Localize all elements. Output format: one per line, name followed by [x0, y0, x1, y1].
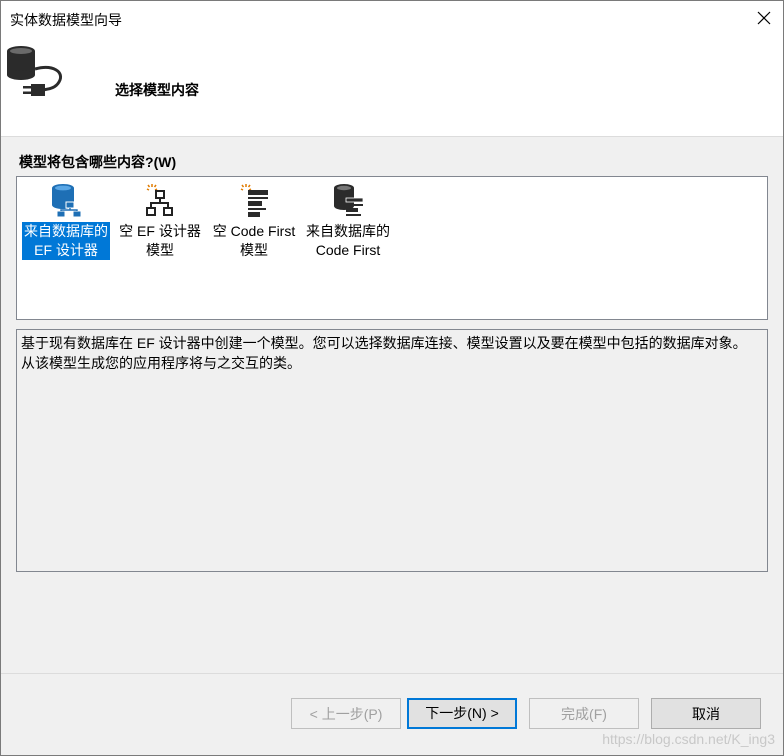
description-text: 基于现有数据库在 EF 设计器中创建一个模型。您可以选择数据库连接、模型设置以及… [21, 335, 747, 371]
model-contents-label: 模型将包含哪些内容?(W) [19, 152, 176, 172]
next-button[interactable]: 下一步(N) > [407, 698, 517, 729]
header-divider [1, 136, 783, 137]
model-options-list[interactable]: 来自数据库的 EF 设计器 空 EF 设计器 模型 空 Code First 模… [16, 176, 768, 320]
database-plug-icon [7, 46, 62, 96]
empty-diagram-icon [146, 184, 173, 216]
description-panel: 基于现有数据库在 EF 设计器中创建一个模型。您可以选择数据库连接、模型设置以及… [16, 329, 768, 572]
page-title: 选择模型内容 [115, 82, 199, 98]
option-label: 空 Code First 模型 [212, 223, 296, 258]
option-empty-ef-designer-model[interactable]: 空 EF 设计器 模型 [113, 183, 207, 260]
model-contents-label-text: 模型将包含哪些内容? [19, 154, 154, 170]
title-bar: 实体数据模型向导 [1, 1, 783, 35]
back-button[interactable]: < 上一步(P) [291, 698, 401, 729]
empty-code-first-icon [240, 184, 268, 217]
window-title: 实体数据模型向导 [10, 12, 122, 28]
option-empty-code-first-model[interactable]: 空 Code First 模型 [207, 183, 301, 260]
model-contents-accelerator: (W) [153, 154, 177, 170]
close-icon[interactable] [751, 5, 777, 31]
finish-button[interactable]: 完成(F) [529, 698, 639, 729]
footer-divider [1, 673, 783, 674]
wizard-window: 实体数据模型向导 选择模型内容 模型将包含哪些内容?(W) 来自数据库的 EF … [0, 0, 784, 756]
option-code-first-from-database[interactable]: 来自数据库的 Code First [301, 183, 395, 260]
database-code-first-icon [334, 184, 364, 216]
option-label: 来自数据库的 Code First [306, 223, 390, 258]
watermark-text: https://blog.csdn.net/K_ing3 [602, 731, 775, 747]
option-label: 来自数据库的 EF 设计器 [22, 222, 110, 260]
wizard-header: 选择模型内容 [1, 35, 783, 136]
option-label: 空 EF 设计器 模型 [119, 223, 201, 258]
option-ef-designer-from-database[interactable]: 来自数据库的 EF 设计器 [19, 183, 113, 260]
database-diagram-icon [52, 184, 82, 218]
cancel-button[interactable]: 取消 [651, 698, 761, 729]
